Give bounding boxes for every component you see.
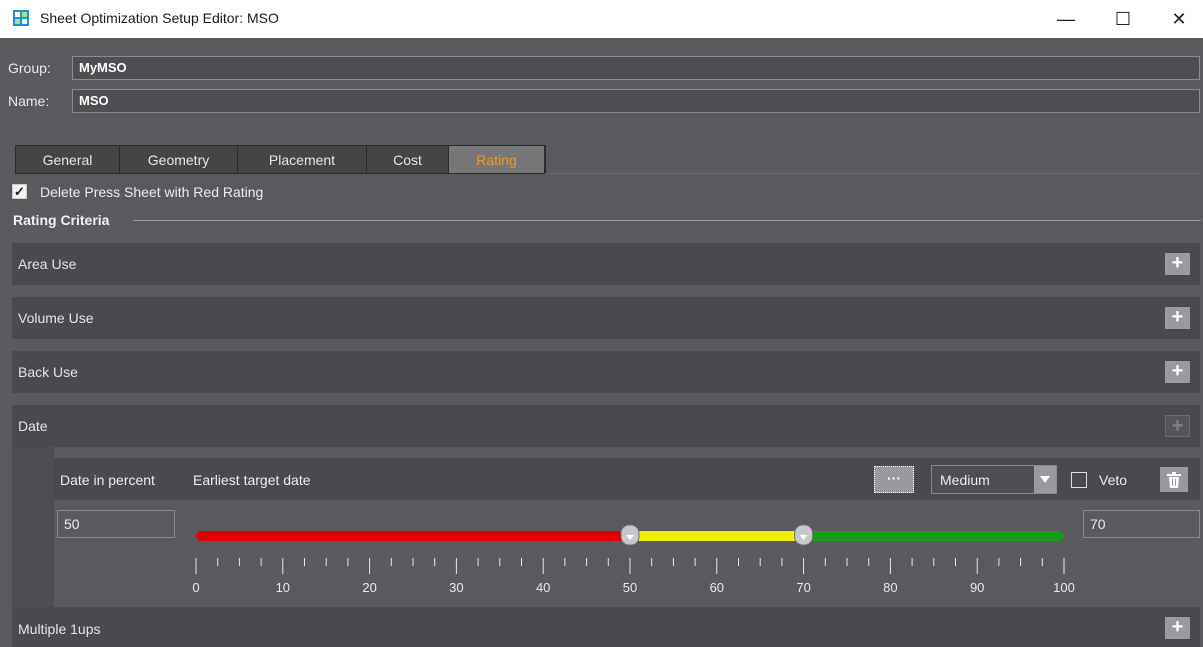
- tab-geometry[interactable]: Geometry: [120, 146, 238, 173]
- window-title: Sheet Optimization Setup Editor: MSO: [40, 10, 279, 26]
- upper-threshold-input[interactable]: 70: [1083, 510, 1200, 538]
- delete-criterion-button[interactable]: [1160, 467, 1188, 492]
- slider-tick-label: 0: [192, 580, 199, 595]
- add-area-use-button[interactable]: +: [1165, 253, 1190, 275]
- slider-tick-label: 40: [536, 580, 550, 595]
- close-button[interactable]: ✕: [1156, 0, 1202, 38]
- rating-slider[interactable]: 0 10 20 30 40 50 60 70 80 90 100: [180, 515, 1080, 605]
- add-date-button[interactable]: +: [1165, 415, 1190, 437]
- delete-red-rating-checkbox[interactable]: ✓: [12, 184, 27, 199]
- weight-select-value: Medium: [940, 472, 990, 488]
- more-options-button[interactable]: ···: [874, 466, 914, 493]
- trash-icon: [1167, 471, 1181, 488]
- tab-rating[interactable]: Rating: [449, 146, 545, 173]
- add-multiple-1ups-button[interactable]: +: [1165, 617, 1190, 639]
- slider-red-segment: [196, 531, 630, 541]
- date-target-label: Earliest target date: [193, 472, 311, 488]
- slider-green-segment: [803, 531, 1064, 541]
- app-icon: [13, 10, 29, 26]
- group-field[interactable]: MyMSO: [72, 56, 1200, 80]
- section-divider: [133, 220, 1201, 221]
- slider-tick-label: 60: [710, 580, 724, 595]
- minimize-button[interactable]: —: [1043, 0, 1089, 38]
- slider-tick-label: 30: [449, 580, 463, 595]
- slider-handle-upper[interactable]: [794, 524, 814, 546]
- tab-placement[interactable]: Placement: [238, 146, 367, 173]
- name-field[interactable]: MSO: [72, 89, 1200, 113]
- veto-checkbox[interactable]: [1071, 472, 1087, 488]
- title-bar: Sheet Optimization Setup Editor: MSO — ☐…: [0, 0, 1203, 38]
- group-label: Group:: [8, 60, 51, 76]
- slider-handle-lower[interactable]: [620, 524, 640, 546]
- criteria-label: Date: [18, 418, 48, 434]
- maximize-button[interactable]: ☐: [1100, 0, 1146, 38]
- criteria-label: Volume Use: [18, 310, 94, 326]
- add-back-use-button[interactable]: +: [1165, 361, 1190, 383]
- rating-criteria-title: Rating Criteria: [13, 212, 110, 228]
- name-label: Name:: [8, 93, 50, 109]
- tab-cost[interactable]: Cost: [367, 146, 449, 173]
- veto-label: Veto: [1099, 472, 1128, 488]
- criteria-row-back-use: Back Use +: [12, 351, 1200, 393]
- slider-tick-label: 100: [1053, 580, 1075, 595]
- weight-select[interactable]: Medium: [931, 465, 1057, 494]
- date-mode-label: Date in percent: [60, 472, 155, 488]
- slider-tick-label: 50: [623, 580, 637, 595]
- tab-general[interactable]: General: [16, 146, 120, 173]
- chevron-down-icon[interactable]: [1034, 466, 1056, 493]
- criteria-row-multiple-1ups: Multiple 1ups +: [12, 607, 1200, 647]
- tab-underline: [545, 173, 1200, 174]
- criteria-label: Multiple 1ups: [18, 621, 101, 637]
- lower-threshold-input[interactable]: 50: [57, 510, 175, 538]
- date-detail-indent: [12, 447, 54, 607]
- slider-tick-label: 20: [362, 580, 376, 595]
- criteria-label: Area Use: [18, 256, 77, 272]
- criteria-row-volume-use: Volume Use +: [12, 297, 1200, 339]
- criteria-row-area-use: Area Use +: [12, 243, 1200, 285]
- tab-bar: General Geometry Placement Cost Rating: [15, 145, 546, 174]
- slider-tick-label: 80: [883, 580, 897, 595]
- criteria-label: Back Use: [18, 364, 78, 380]
- slider-tick-label: 90: [970, 580, 984, 595]
- slider-tick-label: 10: [276, 580, 290, 595]
- slider-yellow-segment: [630, 531, 804, 541]
- delete-red-rating-label: Delete Press Sheet with Red Rating: [40, 184, 264, 200]
- slider-tick-label: 70: [796, 580, 810, 595]
- criteria-row-date: Date +: [12, 405, 1200, 447]
- add-volume-use-button[interactable]: +: [1165, 307, 1190, 329]
